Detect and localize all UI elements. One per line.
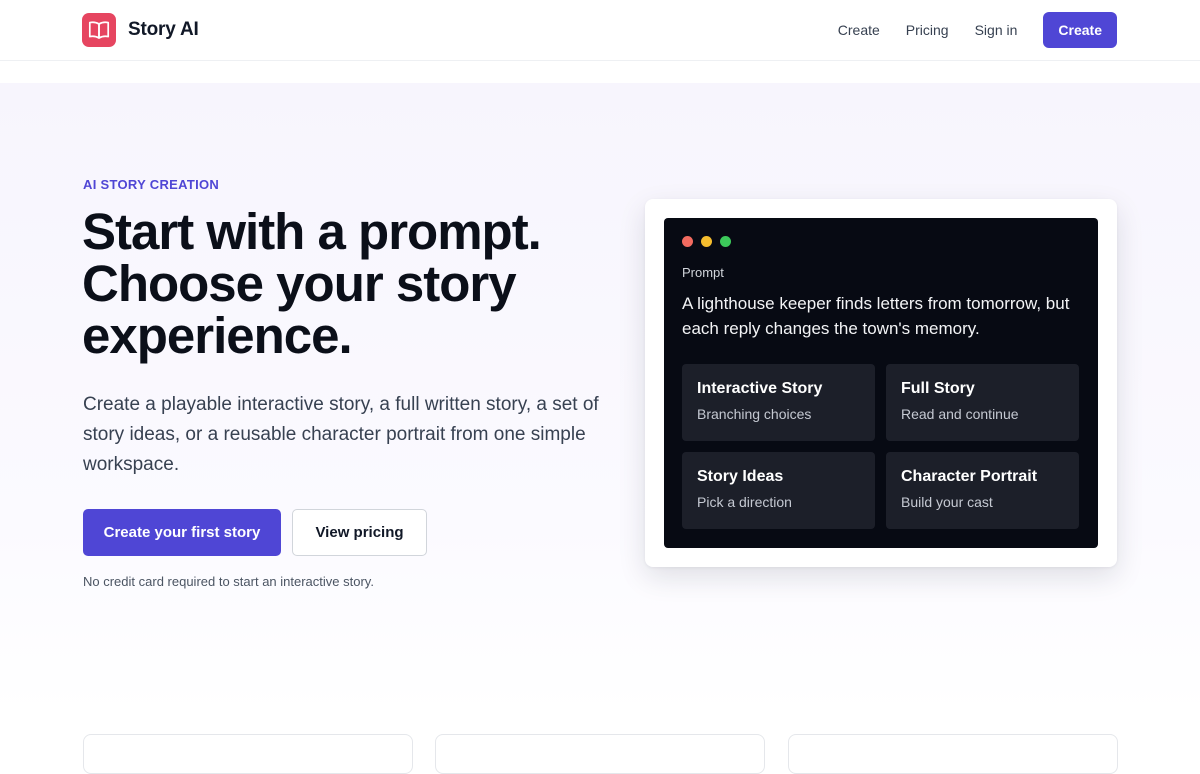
hero-headline: Start with a prompt. Choose your story e… <box>82 206 642 362</box>
create-first-story-button[interactable]: Create your first story <box>83 509 281 556</box>
story-preview-card: Prompt A lighthouse keeper finds letters… <box>645 199 1117 567</box>
prompt-text: A lighthouse keeper finds letters from t… <box>682 294 1070 338</box>
window-dot-yellow <box>701 236 712 247</box>
mode-title: Character Portrait <box>901 468 1038 485</box>
mode-tile-story-ideas[interactable]: Story Ideas Pick a direction <box>682 452 875 529</box>
headline-line-1: Start with a prompt. <box>82 203 542 260</box>
nav-links: Create Pricing Sign in Create <box>838 12 1117 48</box>
brand-link[interactable]: Story AI <box>82 13 199 47</box>
feature-card <box>788 734 1118 774</box>
nav-link-pricing[interactable]: Pricing <box>906 22 949 38</box>
mode-subtitle: Branching choices <box>697 406 812 422</box>
mode-tile-interactive-story[interactable]: Interactive Story Branching choices <box>682 364 875 441</box>
mode-title: Interactive Story <box>697 380 823 397</box>
mode-title: Full Story <box>901 380 975 397</box>
mode-subtitle: Build your cast <box>901 494 993 510</box>
nav-create-button[interactable]: Create <box>1043 12 1117 48</box>
mode-tile-character-portrait[interactable]: Character Portrait Build your cast <box>886 452 1079 529</box>
hero-subhead: Create a playable interactive story, a f… <box>83 394 599 475</box>
mode-tile-full-story[interactable]: Full Story Read and continue <box>886 364 1079 441</box>
open-book-icon <box>82 13 116 47</box>
mode-subtitle: Pick a direction <box>697 494 792 510</box>
window-dot-green <box>720 236 731 247</box>
mode-title: Story Ideas <box>697 468 784 485</box>
nav-link-sign-in[interactable]: Sign in <box>975 22 1018 38</box>
prompt-label: Prompt <box>682 265 724 280</box>
no-credit-card-note: No credit card required to start an inte… <box>83 574 374 589</box>
headline-line-3: experience. <box>82 307 353 364</box>
feature-card <box>83 734 413 774</box>
prompt-window: Prompt A lighthouse keeper finds letters… <box>664 218 1098 548</box>
headline-line-2: Choose your story <box>82 255 517 312</box>
top-navbar: Story AI Create Pricing Sign in Create <box>0 0 1200 61</box>
mode-subtitle: Read and continue <box>901 406 1019 422</box>
nav-link-create[interactable]: Create <box>838 22 880 38</box>
hero-eyebrow: AI STORY CREATION <box>83 177 220 192</box>
brand-name: Story AI <box>128 19 199 40</box>
feature-card <box>435 734 765 774</box>
view-pricing-button[interactable]: View pricing <box>292 509 427 556</box>
window-dot-red <box>682 236 693 247</box>
